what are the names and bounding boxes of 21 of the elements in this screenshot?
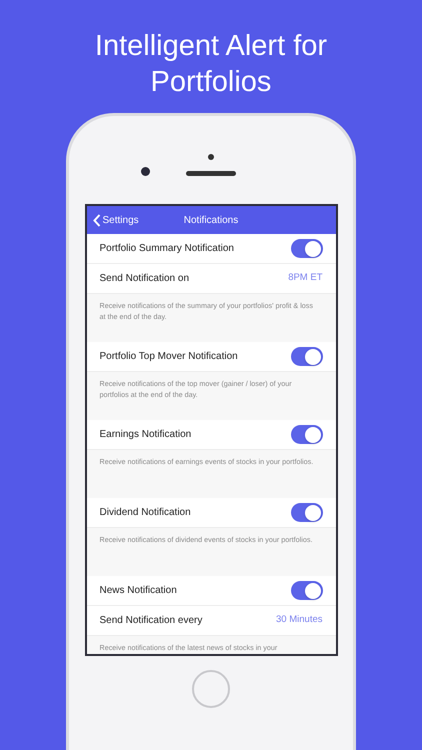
back-chevron-icon [92,214,100,226]
setting-label: News Notification [100,584,177,598]
toggle-switch[interactable] [290,581,322,600]
setting-label: Send Notification every [100,614,202,628]
sensor-icon [208,154,214,160]
toggle-switch[interactable] [290,503,322,522]
toggle-switch[interactable] [290,347,322,366]
back-button[interactable]: Settings [92,212,139,228]
speaker-icon [186,171,236,176]
setting-label: Portfolio Top Mover Notification [100,350,238,364]
nav-title: Notifications [184,214,238,228]
setting-value[interactable]: 8PM ET [288,271,322,286]
setting-value[interactable]: 30 Minutes [276,613,322,628]
setting-label: Dividend Notification [100,506,191,520]
setting-label: Send Notification on [100,272,190,286]
headline: Intelligent Alert for Portfolios [94,29,328,100]
toggle-switch[interactable] [290,239,322,258]
camera-icon [141,167,150,176]
setting-label: Portfolio Summary Notification [100,242,234,256]
toggle-switch[interactable] [290,425,322,444]
setting-label: Earnings Notification [100,428,192,442]
